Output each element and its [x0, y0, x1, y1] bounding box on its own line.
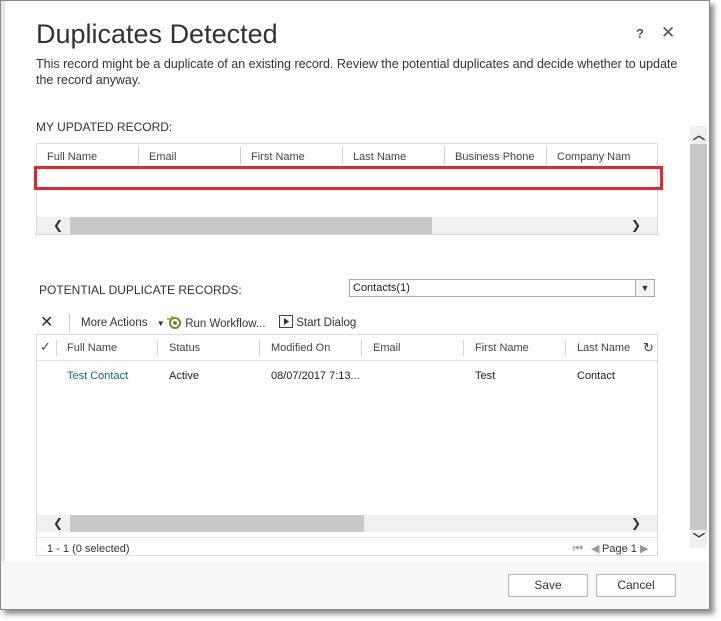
toolbar-separator [69, 314, 70, 332]
more-actions-label: More Actions [81, 317, 148, 329]
entity-select-value: Contacts(1) [353, 282, 410, 294]
scroll-up-icon[interactable]: ︿ [693, 126, 705, 143]
start-dialog-label: Start Dialog [296, 317, 357, 329]
grid-status-bar: 1 - 1 (0 selected) ⏮ ◀ Page 1 ▶ [37, 537, 657, 555]
scroll-down-icon[interactable]: ﹀ [693, 530, 705, 547]
grid-header-row: ✓ Full Name Status Modified On Email Fir… [37, 335, 657, 361]
updated-grid-hscrollbar[interactable]: ❮ ❯ [37, 217, 657, 234]
column-header-last-name[interactable]: Last Name [343, 144, 444, 164]
caret-down-icon: ▼ [156, 319, 165, 328]
delete-icon[interactable]: ✕ [40, 314, 53, 332]
dialog-vscrollbar[interactable]: ︿ ﹀ [690, 126, 707, 548]
cell-status: Active [169, 370, 199, 382]
column-header-full-name[interactable]: Full Name [57, 335, 157, 360]
dialog-vscroll-thumb[interactable] [690, 144, 707, 530]
scroll-left-icon[interactable]: ❮ [53, 516, 63, 530]
page-indicator: Page 1 [602, 543, 637, 555]
column-header-modified-on[interactable]: Modified On [261, 335, 361, 360]
updated-record-label: MY UPDATED RECORD: [36, 120, 173, 134]
column-header-email[interactable]: Email [363, 335, 463, 360]
column-header-status[interactable]: Status [159, 335, 259, 360]
cell-last-name: Contact [577, 370, 615, 382]
highlight-box [34, 166, 663, 190]
column-header-first-name[interactable]: First Name [241, 144, 342, 164]
scroll-right-icon[interactable]: ❯ [631, 218, 641, 232]
previous-page-icon[interactable]: ◀ [591, 538, 599, 555]
table-row[interactable]: Test Contact Active 08/07/2017 7:13... T… [37, 365, 657, 387]
dialog-window: Duplicates Detected ? ✕ This record migh… [0, 0, 710, 610]
entity-select[interactable]: Contacts(1) ▼ [349, 279, 655, 297]
save-button[interactable]: Save [508, 574, 588, 597]
dialog-title: Duplicates Detected [36, 19, 278, 49]
scroll-left-icon[interactable]: ❮ [53, 218, 63, 232]
potential-duplicates-label: POTENTIAL DUPLICATE RECORDS: [39, 283, 242, 297]
cell-full-name[interactable]: Test Contact [57, 365, 157, 387]
duplicates-grid-hscrollbar[interactable]: ❮ ❯ [37, 515, 657, 532]
chevron-down-icon[interactable]: ▼ [635, 280, 654, 296]
cell-modified-on: 08/07/2017 7:13... [271, 370, 360, 382]
workflow-icon [167, 316, 181, 329]
close-icon[interactable]: ✕ [661, 23, 675, 43]
dialog-description: This record might be a duplicate of an e… [36, 57, 678, 87]
scroll-right-icon[interactable]: ❯ [631, 516, 641, 530]
dialog-play-icon [279, 315, 293, 328]
duplicates-grid-scroll-thumb[interactable] [70, 515, 364, 532]
column-header-full-name[interactable]: Full Name [37, 144, 138, 164]
cancel-button[interactable]: Cancel [596, 574, 676, 597]
first-page-icon[interactable]: ⏮ [573, 538, 583, 555]
cell-first-name: Test [475, 370, 496, 382]
run-workflow-button[interactable]: Run Workflow... [166, 314, 266, 332]
start-dialog-button[interactable]: Start Dialog [279, 314, 356, 332]
help-button[interactable]: ? [636, 26, 644, 41]
more-actions-button[interactable]: More Actions ▼ [81, 314, 165, 332]
column-header-company-name[interactable]: Company Nam [547, 144, 657, 164]
selection-status: 1 - 1 (0 selected) [47, 543, 130, 555]
cell-email [363, 365, 463, 387]
select-all-check-icon[interactable]: ✓ [40, 339, 51, 355]
column-header-business-phone[interactable]: Business Phone [445, 144, 546, 164]
refresh-icon[interactable]: ↻ [643, 340, 654, 356]
updated-grid-scroll-thumb[interactable] [70, 217, 432, 234]
potential-duplicates-grid: ✓ Full Name Status Modified On Email Fir… [36, 334, 658, 556]
left-edge [1, 1, 5, 609]
next-page-icon[interactable]: ▶ [640, 538, 648, 555]
column-header-last-name[interactable]: Last Name [567, 335, 637, 360]
column-header-first-name[interactable]: First Name [465, 335, 565, 360]
run-workflow-label: Run Workflow... [185, 318, 266, 330]
column-header-email[interactable]: Email [139, 144, 240, 164]
